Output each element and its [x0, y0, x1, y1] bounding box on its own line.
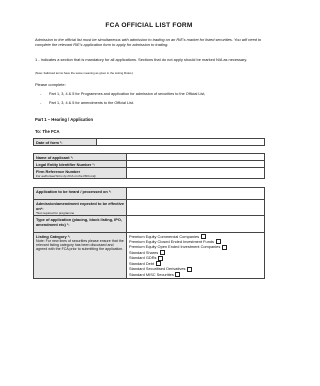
heard-label: Application to be heard / processed on ¹…: [33, 187, 127, 200]
bullet-dash: -: [40, 92, 42, 96]
category-label: Standard Securitised Derivatives: [129, 266, 186, 272]
to-label: To: The FCA: [35, 129, 60, 134]
category-label: Premium Equity Commercial Companies: [129, 233, 200, 239]
checkbox[interactable]: [175, 272, 181, 278]
category-label: Standard GDRs: [129, 255, 157, 261]
checkbox[interactable]: [186, 266, 192, 272]
firm-ref-field[interactable]: [126, 167, 265, 179]
date-of-form-label: Date of form ¹:: [33, 138, 97, 146]
effective-note: *Not required for programme: [36, 210, 75, 215]
bullet-item: - Part 1, 3, 4 & 5 for Programmes and app…: [40, 92, 205, 96]
applicant-table: Name of applicant ¹: Legal Entity Identi…: [33, 153, 265, 179]
please-complete: Please complete:: [35, 82, 66, 87]
effective-label: Admission/amendment expected to be effec…: [33, 199, 127, 216]
listing-category-text: Listing Category ¹:: [36, 233, 71, 239]
firm-ref-label: Firm Reference Number For authorised fir…: [33, 167, 127, 179]
part-heading: Part 1 – Hearing / Application: [35, 117, 94, 122]
firm-ref-note: For authorised firms by FCA on the PRA o…: [36, 173, 96, 178]
form-title: FCA OFFICIAL LIST FORM: [105, 22, 193, 29]
applicant-name-field[interactable]: [126, 153, 265, 161]
firm-ref-text: Firm Reference Number: [36, 168, 81, 174]
form-page: FCA OFFICIAL LIST FORM Admission to the …: [0, 0, 298, 386]
bullet-text: Part 1, 3, 4 & 5 for Programmes and appl…: [49, 92, 206, 96]
category-label: Premium Equity Closed Ended Investment F…: [129, 238, 214, 244]
effective-text: Admission/amendment expected to be effec…: [36, 200, 124, 211]
lei-label: Legal Entity Identifier Number ¹:: [33, 160, 127, 168]
mandatory-note: 1 - Indicates a section that is mandator…: [35, 57, 248, 62]
category-option[interactable]: Standard MISC Securities: [129, 271, 262, 278]
lei-field[interactable]: [126, 160, 265, 168]
bullet-item: - Part 1, 3, 4 & 5 for amendments to the …: [40, 101, 134, 105]
date-table: Date of form ¹:: [33, 138, 265, 146]
type-label: Type of application (placing, block list…: [33, 215, 127, 233]
bullet-dash: -: [40, 101, 42, 105]
applicant-name-label: Name of applicant ¹:: [33, 153, 127, 161]
heard-field[interactable]: [126, 187, 265, 200]
listing-category-label: Listing Category ¹: Note: For new lines …: [33, 232, 127, 279]
category-label: Standard Debt: [129, 260, 155, 266]
listing-category-options: Premium Equity Commercial Companies Prem…: [126, 232, 265, 279]
category-label: Standard Shares: [129, 249, 159, 255]
category-label: Premium Equity Open Ended Investment Com…: [129, 244, 221, 250]
category-label: Standard MISC Securities: [129, 271, 174, 277]
bullet-text: Part 1, 3, 4 & 5 for amendments to the O…: [49, 101, 134, 105]
terms-note: (Note: Italicised terms have the same me…: [35, 71, 134, 75]
listing-note: Note: For new lines of securities please…: [36, 238, 124, 251]
date-of-form-field[interactable]: [96, 138, 265, 146]
effective-field[interactable]: [126, 199, 265, 216]
application-table: Application to be heard / processed on ¹…: [33, 187, 265, 279]
checkbox[interactable]: [221, 244, 227, 250]
type-field[interactable]: [126, 215, 265, 233]
intro-text: Admission to the official list must be s…: [35, 37, 262, 48]
